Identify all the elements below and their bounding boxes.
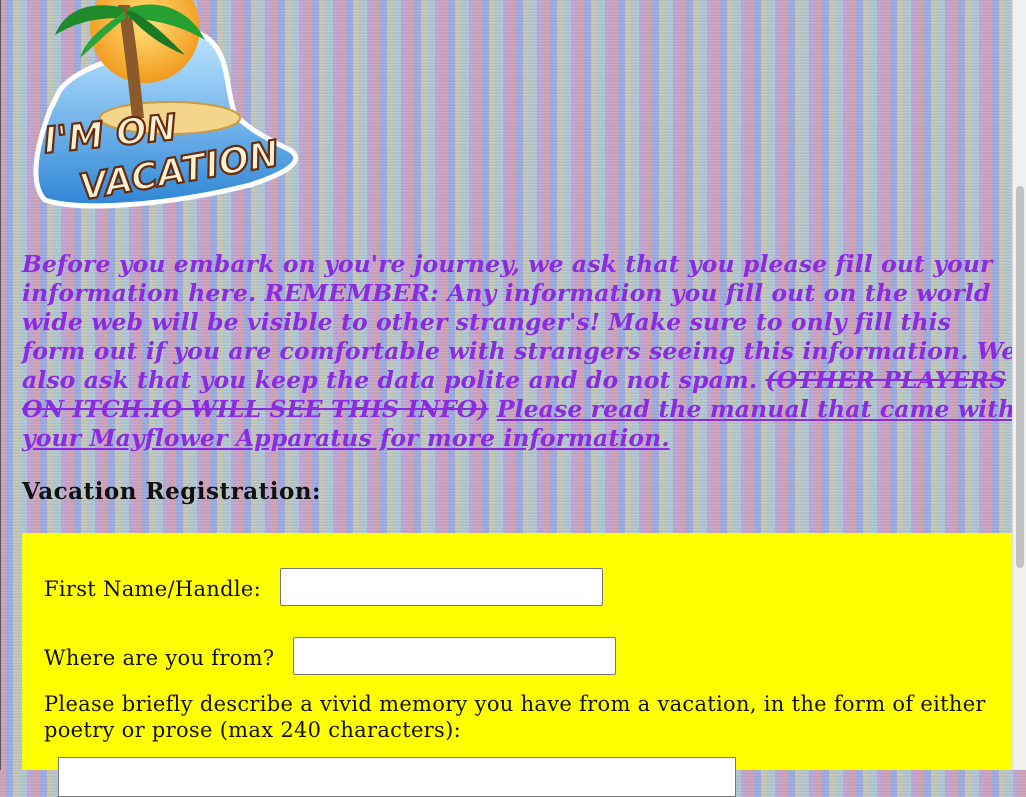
registration-form: First Name/Handle: Where are you from? P… — [22, 533, 1012, 797]
first-name-input[interactable] — [280, 568, 603, 606]
intro-paragraph: Before you embark on you're journey, we … — [22, 250, 1017, 453]
scrollbar-thumb[interactable] — [1016, 186, 1024, 568]
memory-textarea[interactable] — [58, 757, 736, 797]
origin-label: Where are you from? — [44, 646, 275, 670]
first-name-label: First Name/Handle: — [44, 577, 261, 601]
vacation-logo: I'M ON VACATION — [33, 0, 299, 210]
memory-label: Please briefly describe a vivid memory y… — [44, 692, 986, 742]
origin-input[interactable] — [293, 637, 616, 675]
registration-heading: Vacation Registration: — [22, 478, 322, 505]
vertical-scrollbar[interactable] — [1012, 0, 1026, 770]
